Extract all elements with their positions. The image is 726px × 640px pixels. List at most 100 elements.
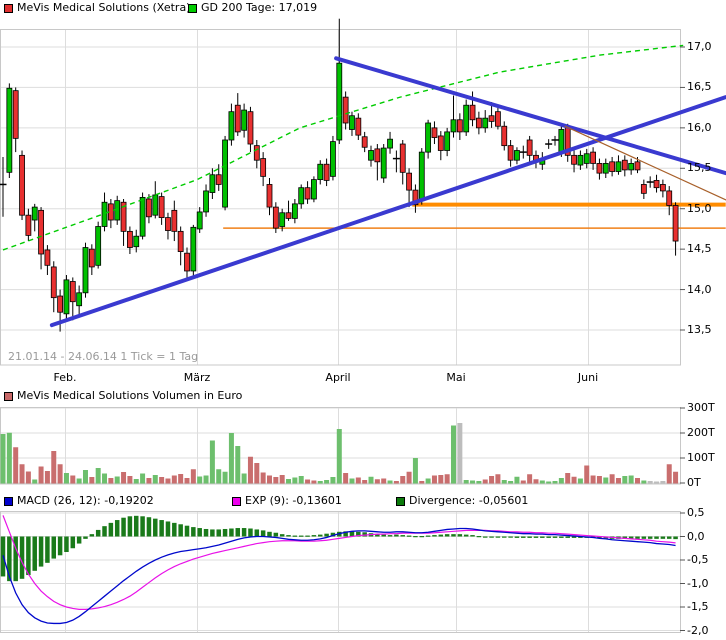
month-label: Mai: [446, 371, 465, 384]
divergence-bar: [407, 536, 412, 537]
candle-body: [476, 118, 481, 128]
divergence-bar: [45, 537, 50, 563]
volume-bar: [153, 475, 158, 484]
candle-body: [165, 218, 170, 231]
candle-body: [273, 207, 278, 228]
volume-bar: [457, 423, 462, 484]
volume-bar: [337, 429, 342, 484]
divergence-bar: [420, 536, 425, 537]
candle-body: [311, 180, 316, 199]
divergence-bar: [654, 537, 659, 539]
divergence-bar: [153, 519, 158, 537]
volume-bar: [13, 447, 18, 483]
volume-bar: [185, 478, 190, 484]
divergence-bar: [267, 532, 272, 537]
divergence-bar: [540, 537, 545, 538]
candle-body: [13, 91, 18, 139]
divergence-bar: [553, 537, 558, 538]
candle-body: [464, 105, 469, 132]
volume-bar: [343, 473, 348, 484]
candle-body: [140, 197, 145, 236]
volume-bar: [660, 481, 665, 484]
macd-line: [3, 529, 676, 624]
volume-bar: [533, 479, 538, 483]
candle-body: [51, 267, 56, 298]
volume-bar: [514, 477, 519, 484]
candle-body: [32, 207, 37, 220]
doji-dash: [552, 139, 559, 141]
divergence-bar: [293, 536, 298, 537]
divergence-bar: [661, 537, 666, 539]
volume-bar: [210, 441, 215, 484]
candle-body: [172, 210, 177, 231]
axis-tick-label: 0,5: [687, 506, 705, 519]
candle-body: [375, 149, 380, 162]
candle-body: [514, 150, 519, 160]
divergence-bar: [286, 535, 291, 536]
gd200-legend-label: GD 200 Tage: 17,019: [201, 1, 317, 15]
volume-bar: [419, 481, 424, 484]
axis-tick-label: 100T: [687, 451, 715, 464]
divergence-bar: [248, 529, 253, 537]
axis-tick-label: -1,5: [687, 600, 708, 613]
candle-body: [235, 105, 240, 132]
candle-body: [584, 154, 589, 164]
divergence-bar: [90, 534, 95, 536]
volume-bar: [292, 478, 297, 484]
candle-body: [254, 146, 259, 161]
divergence-bar: [96, 530, 101, 537]
candle-body: [419, 152, 424, 201]
divergence-bar: [109, 523, 114, 537]
divergence-bar: [71, 537, 76, 549]
volume-bar: [369, 477, 374, 484]
divergence-bar: [83, 537, 88, 539]
divergence-bar: [521, 537, 526, 538]
volume-bar: [273, 477, 278, 484]
candle-body: [667, 191, 672, 206]
axis-tick-label: 16,0: [687, 121, 712, 134]
volume-series: [1, 423, 679, 484]
candle-body: [330, 142, 335, 177]
volume-bar: [89, 477, 94, 484]
divergence-bar: [458, 534, 463, 536]
volume-bar: [261, 473, 266, 484]
volume-bar: [134, 479, 139, 484]
candle-body: [591, 152, 596, 163]
volume-bar: [464, 480, 469, 484]
divergence-legend-swatch: [396, 497, 405, 506]
volume-bar: [204, 476, 209, 484]
candle-body: [616, 162, 621, 172]
volume-bar: [584, 466, 589, 484]
trendlines: [52, 58, 726, 325]
volume-bar: [58, 464, 63, 483]
volume-bar: [521, 481, 526, 484]
divergence-bar: [546, 537, 551, 538]
candle-body: [381, 148, 386, 178]
candle-body: [426, 123, 431, 152]
volume-bar: [32, 480, 37, 484]
volume-bar: [115, 477, 120, 484]
candle-body: [343, 97, 348, 123]
volume-bar: [311, 481, 316, 484]
divergence-bar: [648, 537, 653, 539]
candle-body: [559, 129, 564, 152]
doji-dash: [520, 151, 527, 153]
volume-bar: [407, 472, 412, 484]
doji-dash: [0, 184, 7, 186]
volume-bar: [242, 474, 247, 484]
volume-bar: [572, 477, 577, 484]
candle-body: [432, 128, 437, 138]
divergence-bar: [147, 517, 152, 536]
volume-bar: [108, 478, 113, 484]
divergence-bar: [413, 536, 418, 537]
volume-bar: [394, 481, 399, 484]
divergence-bar: [102, 526, 107, 536]
volume-bar: [64, 473, 69, 484]
timeframe-label: 21.01.14 - 24.06.14 1 Tick = 1 Tag: [8, 350, 198, 364]
divergence-bar: [261, 530, 266, 536]
divergence-bar: [318, 535, 323, 537]
candle-body: [572, 155, 577, 164]
candle-body: [286, 213, 291, 219]
volume-bar: [286, 479, 291, 484]
divergence-bar: [229, 529, 234, 537]
